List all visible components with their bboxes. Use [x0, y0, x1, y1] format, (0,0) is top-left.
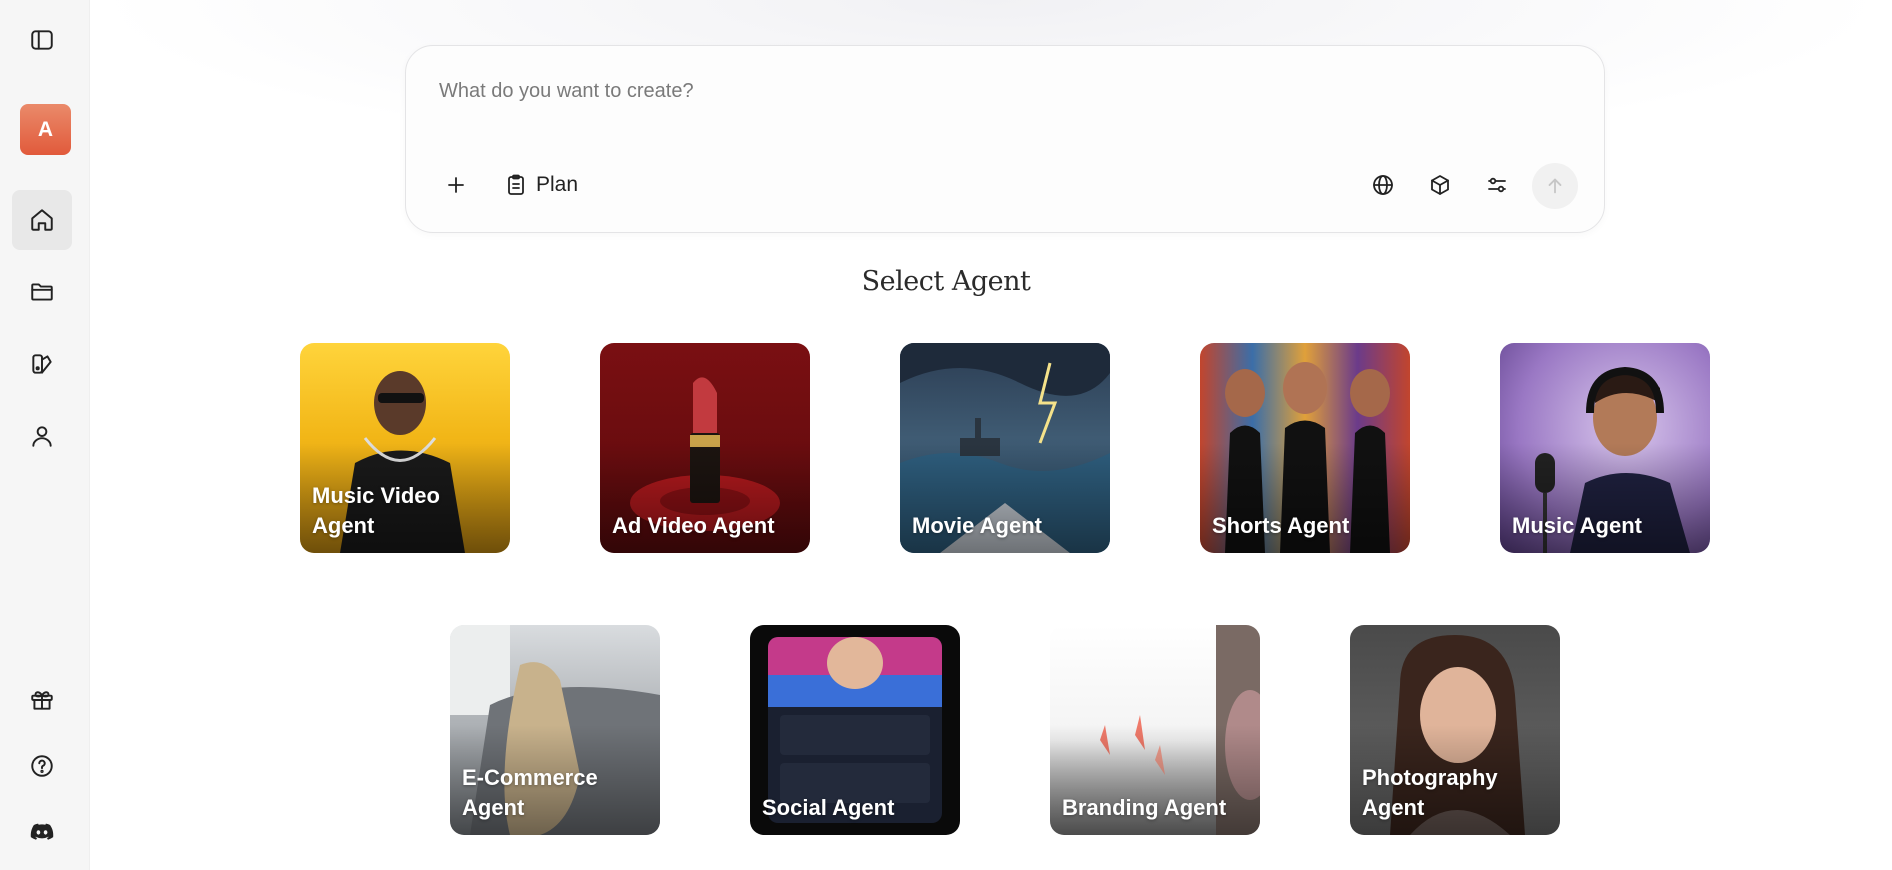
arrow-up-icon	[1548, 178, 1562, 194]
agent-card-shorts[interactable]: Shorts Agent	[1200, 343, 1410, 553]
sidebar-item-home[interactable]	[12, 190, 72, 250]
web-search-button[interactable]	[1361, 163, 1405, 207]
agent-card-music-video[interactable]: Music Video Agent	[300, 343, 510, 553]
sidebar-item-discord[interactable]	[12, 802, 72, 862]
agent-card-branding[interactable]: Branding Agent	[1050, 625, 1260, 835]
user-icon	[32, 426, 52, 447]
plus-icon	[448, 177, 464, 193]
sidebar-toggle-icon	[31, 30, 53, 50]
clipboard-icon	[508, 174, 524, 195]
settings-button[interactable]	[1475, 163, 1519, 207]
send-button[interactable]	[1532, 163, 1578, 209]
agent-card-movie[interactable]: Movie Agent	[900, 343, 1110, 553]
agent-label: Ad Video Agent	[612, 513, 775, 538]
model-select-button[interactable]	[1418, 163, 1462, 207]
prompt-box: Plan	[405, 45, 1605, 233]
agent-card-social[interactable]: Social Agent	[750, 625, 960, 835]
sliders-icon	[1488, 177, 1506, 193]
home-icon	[31, 209, 53, 231]
sidebar: A	[0, 0, 90, 870]
avatar[interactable]: A	[20, 104, 71, 155]
section-title: Select Agent	[861, 266, 1031, 297]
sidebar-item-rewards[interactable]	[12, 670, 72, 730]
cube-icon	[1431, 175, 1449, 195]
sidebar-item-templates[interactable]	[12, 334, 72, 394]
agent-label: E-Commerce Agent	[462, 765, 598, 820]
help-icon	[31, 755, 53, 777]
prompt-input[interactable]	[439, 76, 1539, 106]
globe-icon	[1373, 175, 1393, 195]
agent-label: Music Video Agent	[312, 483, 440, 538]
plan-label: Plan	[536, 173, 579, 196]
sidebar-item-help[interactable]	[12, 736, 72, 796]
agent-card-e-commerce[interactable]: E-Commerce Agent	[450, 625, 660, 835]
agent-label: Movie Agent	[912, 513, 1042, 538]
sidebar-toggle-button[interactable]	[12, 10, 72, 70]
agent-label: Branding Agent	[1062, 795, 1227, 820]
discord-icon	[30, 823, 54, 840]
templates-icon	[32, 354, 52, 374]
agent-label: Photography Agent	[1362, 765, 1498, 820]
agent-card-music[interactable]: Music Agent	[1500, 343, 1710, 553]
agent-label: Shorts Agent	[1212, 513, 1350, 538]
agent-label: Social Agent	[762, 795, 895, 820]
gift-icon	[31, 691, 53, 710]
agent-card-ad-video[interactable]: Ad Video Agent	[600, 343, 810, 553]
agent-label: Music Agent	[1512, 513, 1642, 538]
agent-card-photography[interactable]: Photography Agent	[1350, 625, 1560, 835]
plan-button[interactable]: Plan	[498, 163, 584, 207]
sidebar-item-account[interactable]	[12, 406, 72, 466]
add-attachment-button[interactable]	[434, 163, 478, 207]
